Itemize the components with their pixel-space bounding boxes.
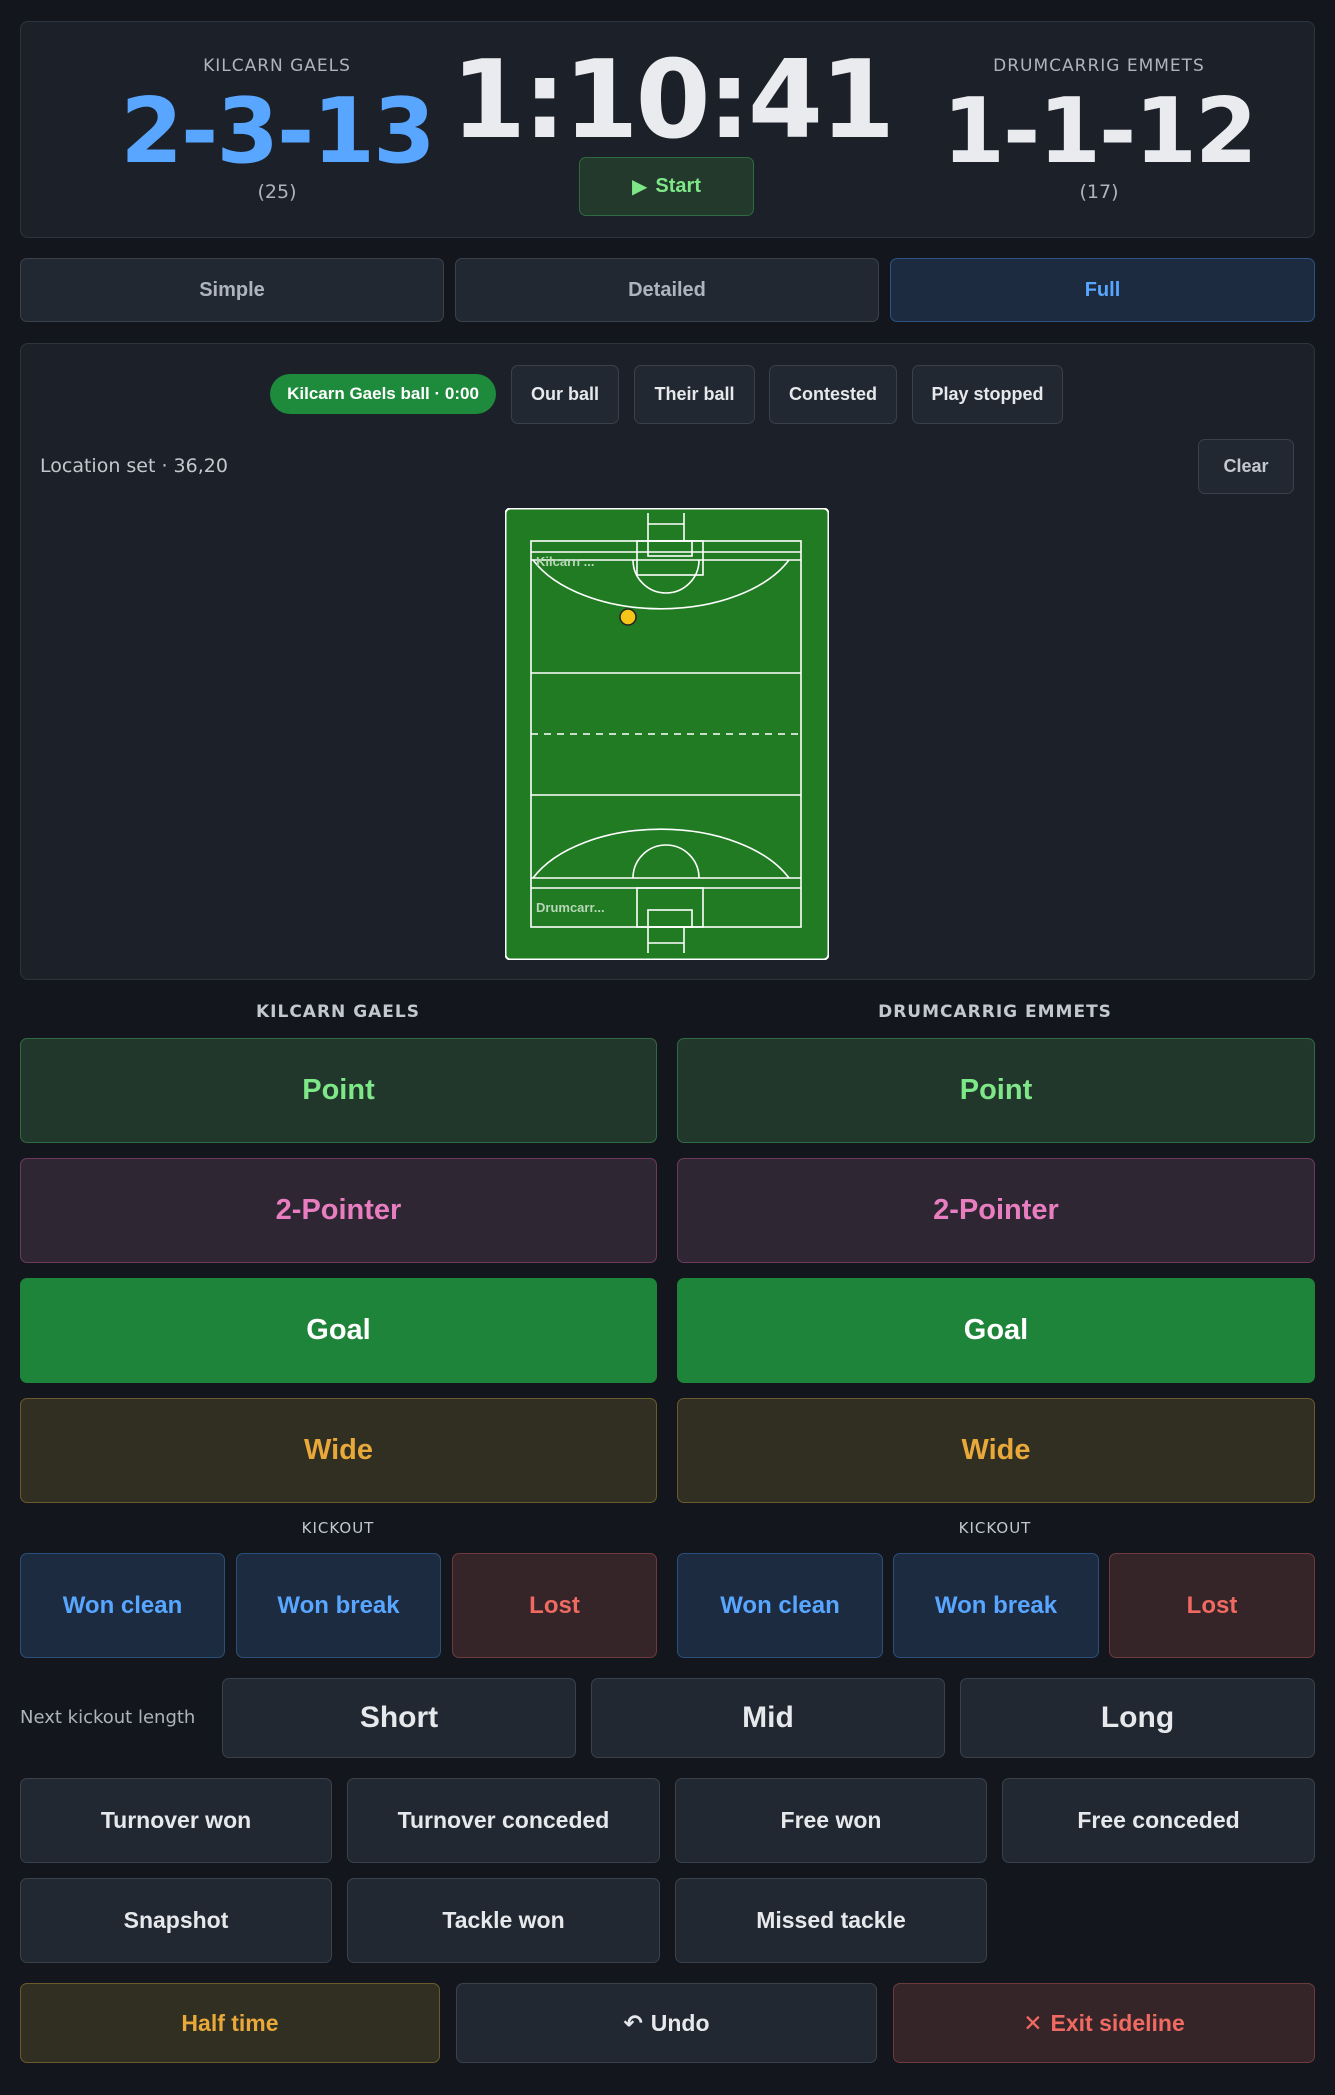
- free-conceded-button[interactable]: Free conceded: [1002, 1778, 1315, 1863]
- away-goal-button[interactable]: Goal: [677, 1278, 1315, 1383]
- away-two-pointer-button[interactable]: 2-Pointer: [677, 1158, 1315, 1263]
- match-clock: 1:10:41: [451, 38, 895, 163]
- start-label: Start: [655, 175, 701, 197]
- kickout-length-label: Next kickout length: [20, 1707, 196, 1728]
- possession-status-pill: Kilcarn Gaels ball · 0:00: [270, 374, 496, 414]
- away-kickout-lost-button[interactable]: Lost: [1109, 1553, 1315, 1658]
- missed-tackle-button[interactable]: Missed tackle: [675, 1878, 987, 1963]
- start-clock-button[interactable]: ▶ Start: [579, 157, 754, 216]
- pitch-top-team-label: Kilcarn ...: [536, 554, 595, 569]
- close-icon: ✕: [1023, 2009, 1043, 2036]
- home-kickout-won-break-button[interactable]: Won break: [236, 1553, 441, 1658]
- away-wide-button[interactable]: Wide: [677, 1398, 1315, 1503]
- home-kickout-won-clean-button[interactable]: Won clean: [20, 1553, 225, 1658]
- kickout-length-mid-button[interactable]: Mid: [591, 1678, 945, 1758]
- their-ball-button[interactable]: Their ball: [634, 365, 755, 424]
- away-total: (17): [1079, 181, 1119, 203]
- kickout-length-long-button[interactable]: Long: [960, 1678, 1315, 1758]
- home-two-pointer-button[interactable]: 2-Pointer: [20, 1158, 657, 1263]
- away-kickout-won-break-button[interactable]: Won break: [893, 1553, 1099, 1658]
- our-ball-button[interactable]: Our ball: [511, 365, 619, 424]
- tab-detailed[interactable]: Detailed: [455, 258, 879, 322]
- pitch-bottom-team-label: Drumcarr...: [536, 900, 605, 915]
- home-point-button[interactable]: Point: [20, 1038, 657, 1143]
- home-wide-button[interactable]: Wide: [20, 1398, 657, 1503]
- home-kickout-label: KICKOUT: [301, 1519, 375, 1537]
- away-score: 1-1-12: [942, 79, 1257, 184]
- home-goal-button[interactable]: Goal: [20, 1278, 657, 1383]
- scoreboard: KILCARN GAELS 2-3-13 (25) 1:10:41 ▶ Start…: [20, 21, 1315, 238]
- home-score: 2-3-13: [120, 79, 435, 184]
- tab-simple[interactable]: Simple: [20, 258, 444, 322]
- tackle-won-button[interactable]: Tackle won: [347, 1878, 660, 1963]
- snapshot-button[interactable]: Snapshot: [20, 1878, 332, 1963]
- away-point-button[interactable]: Point: [677, 1038, 1315, 1143]
- home-kickout-lost-button[interactable]: Lost: [452, 1553, 657, 1658]
- half-time-button[interactable]: Half time: [20, 1983, 440, 2063]
- play-stopped-button[interactable]: Play stopped: [912, 365, 1063, 424]
- undo-button[interactable]: ↶ Undo: [456, 1983, 877, 2063]
- away-kickout-label: KICKOUT: [958, 1519, 1032, 1537]
- away-kickout-won-clean-button[interactable]: Won clean: [677, 1553, 883, 1658]
- pitch-map[interactable]: Kilcarn ... Drumcarr...: [505, 508, 829, 960]
- free-won-button[interactable]: Free won: [675, 1778, 987, 1863]
- tab-full[interactable]: Full: [890, 258, 1315, 322]
- exit-sideline-button[interactable]: ✕ Exit sideline: [893, 1983, 1315, 2063]
- kickout-length-short-button[interactable]: Short: [222, 1678, 576, 1758]
- home-actions-heading: KILCARN GAELS: [256, 1002, 420, 1022]
- location-status: Location set · 36,20: [40, 455, 228, 477]
- home-team-name: KILCARN GAELS: [203, 56, 351, 76]
- turnover-won-button[interactable]: Turnover won: [20, 1778, 332, 1863]
- play-icon: ▶: [632, 176, 648, 198]
- contested-button[interactable]: Contested: [769, 365, 897, 424]
- away-actions-heading: DRUMCARRIG EMMETS: [878, 1002, 1112, 1022]
- exit-sideline-label: Exit sideline: [1050, 2009, 1185, 2036]
- location-marker[interactable]: [619, 608, 637, 626]
- away-team-name: DRUMCARRIG EMMETS: [993, 56, 1205, 76]
- turnover-conceded-button[interactable]: Turnover conceded: [347, 1778, 660, 1863]
- undo-icon: ↶: [623, 2009, 643, 2036]
- undo-label: Undo: [650, 2009, 710, 2036]
- clear-location-button[interactable]: Clear: [1198, 439, 1294, 494]
- home-total: (25): [257, 181, 297, 203]
